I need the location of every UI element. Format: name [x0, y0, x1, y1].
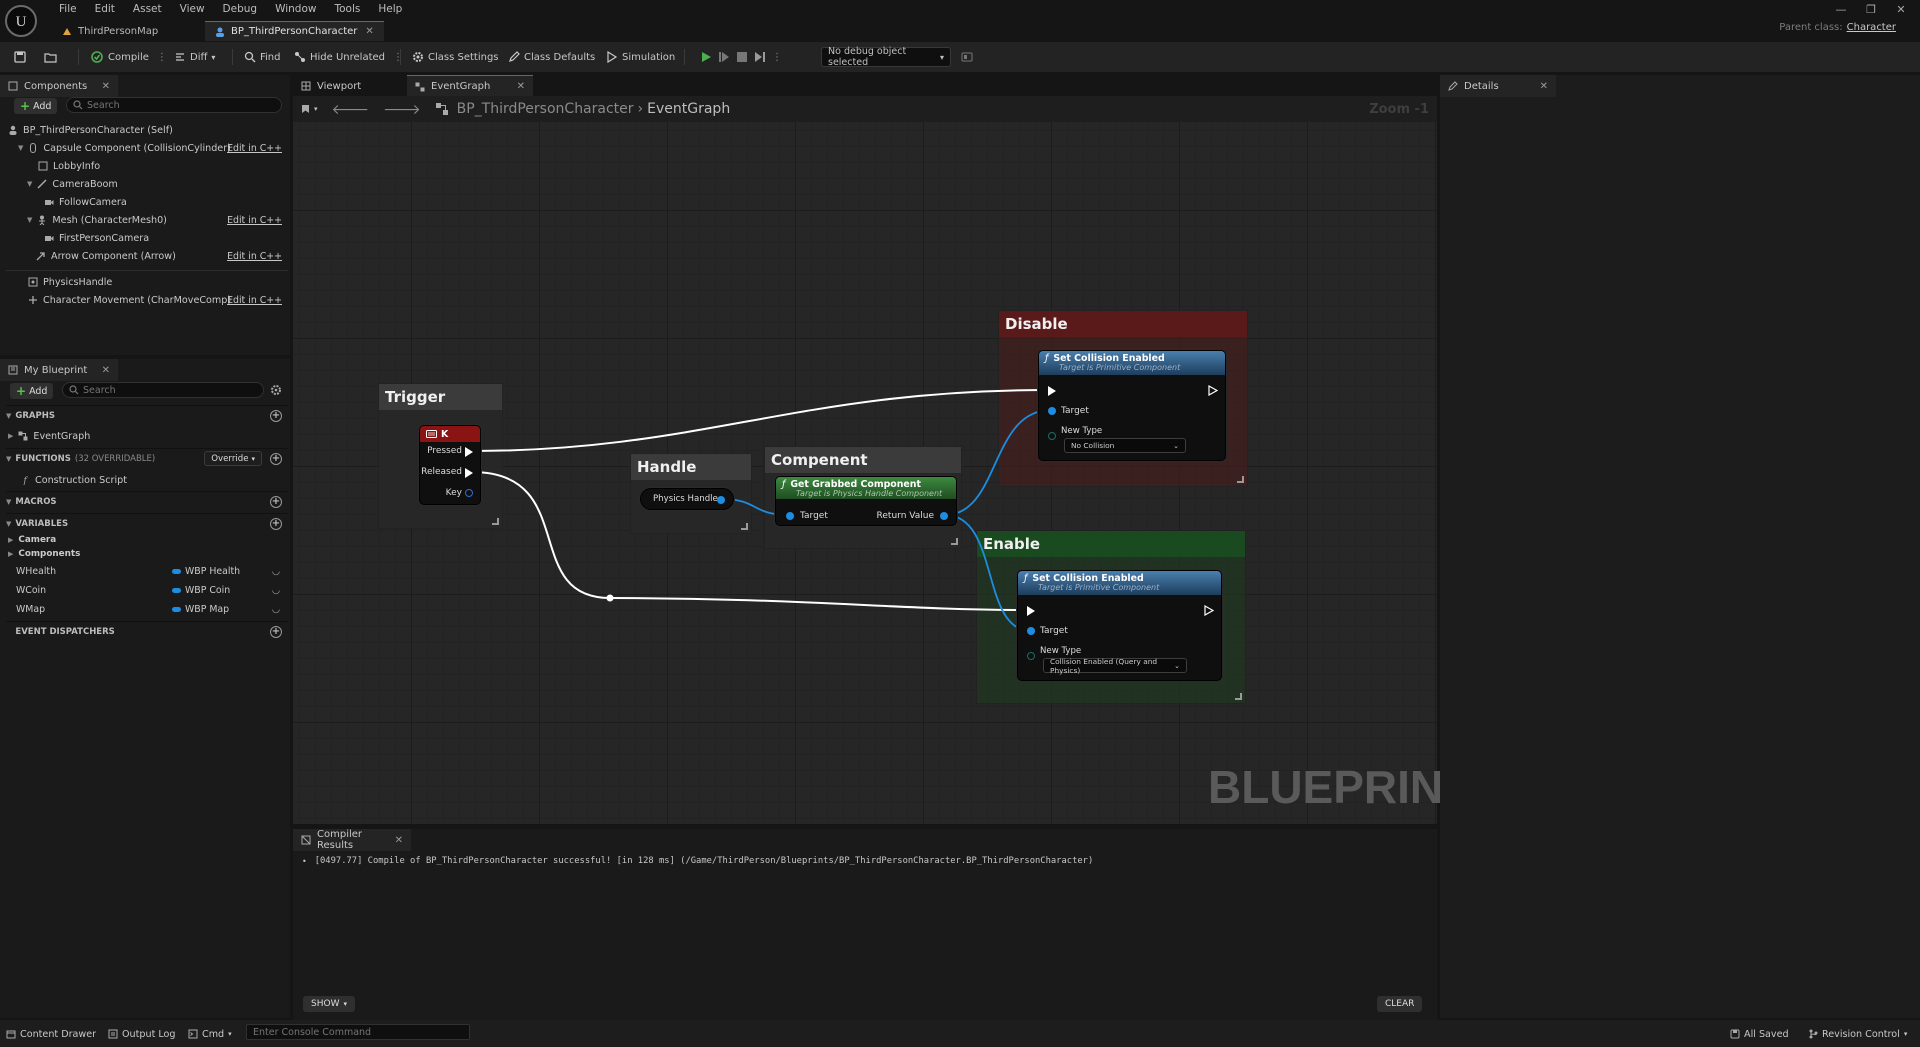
target-input-pin-icon[interactable] — [1027, 627, 1035, 635]
variable-node-label: Physics Handle — [653, 494, 718, 504]
node-subtitle: Target is Primitive Component — [1038, 583, 1160, 592]
collision-type-dropdown[interactable]: Collision Enabled (Query and Physics) ⌄ — [1043, 656, 1187, 675]
function-icon: ƒ — [782, 479, 786, 490]
close-icon[interactable]: ✕ — [395, 835, 403, 846]
unreal-editor-window: U File Edit Asset View Debug Window Tool… — [0, 0, 1920, 1047]
output-log-label: Output Log — [122, 1028, 176, 1040]
target-input-pin-icon[interactable] — [1048, 407, 1056, 415]
revision-control-label: Revision Control — [1822, 1028, 1900, 1040]
node-header: ƒ Set Collision Enabled Target is Primiti… — [1039, 351, 1225, 375]
content-drawer-button[interactable]: Content Drawer — [6, 1026, 96, 1042]
new-type-pin-label: New Type — [1061, 426, 1103, 436]
wire-reroute-knot — [606, 594, 614, 602]
details-tab[interactable]: Details ✕ — [1440, 75, 1556, 97]
exec-output-pin-icon[interactable] — [1208, 385, 1218, 396]
collision-type-dropdown[interactable]: No Collision ⌄ — [1064, 438, 1186, 453]
node-subtitle: Target is Primitive Component — [1059, 363, 1181, 372]
details-pencil-icon — [1448, 81, 1458, 91]
collision-type-value: No Collision — [1071, 441, 1115, 450]
clear-label: CLEAR — [1385, 999, 1415, 1009]
return-output-pin-icon[interactable] — [940, 512, 948, 520]
node-header: ƒ Set Collision Enabled Target is Primiti… — [1018, 571, 1221, 595]
target-pin-label: Target — [1061, 406, 1089, 416]
get-grabbed-component-node[interactable]: ƒ Get Grabbed Component Target is Physics… — [775, 476, 957, 526]
return-pin-label: Return Value — [876, 511, 934, 521]
released-exec-pin-icon[interactable] — [465, 468, 473, 478]
save-status-icon — [1730, 1029, 1740, 1039]
console-command-input[interactable] — [246, 1024, 470, 1040]
physics-handle-variable-node[interactable]: Physics Handle — [640, 488, 734, 510]
collision-type-value: Collision Enabled (Query and Physics) — [1050, 656, 1158, 675]
wire-pressed-to-disable — [471, 389, 1048, 452]
all-saved-label: All Saved — [1744, 1028, 1789, 1040]
physics-handle-output-pin-icon[interactable] — [717, 496, 725, 504]
revision-control-icon — [1808, 1029, 1818, 1039]
cmd-dropdown[interactable]: Cmd ▾ — [188, 1026, 232, 1042]
compiler-log-line: • [0497.77] Compile of BP_ThirdPersonCha… — [302, 856, 1093, 866]
content-drawer-icon — [6, 1029, 16, 1039]
output-log-button[interactable]: Output Log — [108, 1026, 176, 1042]
new-type-pin-label: New Type — [1040, 646, 1082, 656]
compiler-log-text: [0497.77] Compile of BP_ThirdPersonChara… — [314, 856, 1094, 866]
keyboard-icon — [426, 430, 437, 438]
released-pin-label: Released — [421, 467, 462, 477]
node-header: K — [420, 426, 480, 442]
details-tab-label: Details — [1464, 80, 1499, 92]
compiler-tab-label: Compiler Results — [317, 829, 363, 851]
compiler-results-tab[interactable]: Compiler Results ✕ — [293, 829, 411, 851]
node-subtitle: Target is Physics Handle Component — [796, 489, 943, 498]
target-pin-label: Target — [800, 511, 828, 521]
show-label: SHOW — [311, 999, 340, 1009]
pressed-pin-label: Pressed — [427, 446, 462, 456]
new-type-input-pin-icon[interactable] — [1048, 432, 1056, 440]
cmd-label: Cmd — [202, 1028, 225, 1040]
pressed-exec-pin-icon[interactable] — [465, 447, 473, 457]
revision-control-button[interactable]: Revision Control ▾ — [1808, 1026, 1907, 1042]
exec-input-pin-icon[interactable] — [1048, 386, 1056, 396]
console-command-field[interactable] — [253, 1026, 463, 1038]
target-pin-label: Target — [1040, 626, 1068, 636]
wire-return-to-disable-target — [944, 409, 1052, 516]
all-saved-indicator[interactable]: All Saved — [1730, 1026, 1789, 1042]
chevron-down-icon: ▾ — [1903, 1030, 1908, 1038]
node-header: ƒ Get Grabbed Component Target is Physics… — [776, 477, 956, 499]
exec-output-pin-icon[interactable] — [1204, 605, 1214, 616]
exec-input-pin-icon[interactable] — [1027, 606, 1035, 616]
chevron-down-icon: ▾ — [343, 1000, 347, 1008]
function-icon: ƒ — [1024, 573, 1028, 584]
function-icon: ƒ — [1045, 353, 1049, 364]
key-pin-label: Key — [445, 488, 462, 498]
chevron-down-icon: ⌄ — [1173, 441, 1179, 450]
terminal-icon — [188, 1029, 198, 1039]
key-struct-pin-icon[interactable] — [465, 489, 473, 497]
set-collision-enable-node[interactable]: ƒ Set Collision Enabled Target is Primiti… — [1017, 570, 1222, 681]
set-collision-disable-node[interactable]: ƒ Set Collision Enabled Target is Primiti… — [1038, 350, 1226, 461]
details-panel — [1440, 75, 1920, 1018]
chevron-down-icon: ▾ — [228, 1030, 232, 1038]
new-type-input-pin-icon[interactable] — [1027, 652, 1035, 660]
content-drawer-label: Content Drawer — [20, 1028, 97, 1040]
show-button[interactable]: SHOW ▾ — [303, 996, 355, 1012]
target-input-pin-icon[interactable] — [786, 512, 794, 520]
output-log-icon — [108, 1029, 118, 1039]
node-title: K — [441, 428, 449, 440]
close-icon[interactable]: ✕ — [1540, 81, 1548, 92]
key-event-node[interactable]: K Pressed Released Key — [419, 425, 481, 505]
bullet-icon: • — [302, 856, 307, 866]
clear-button[interactable]: CLEAR — [1377, 996, 1423, 1012]
compiler-icon — [301, 835, 311, 845]
chevron-down-icon: ⌄ — [1174, 661, 1180, 670]
